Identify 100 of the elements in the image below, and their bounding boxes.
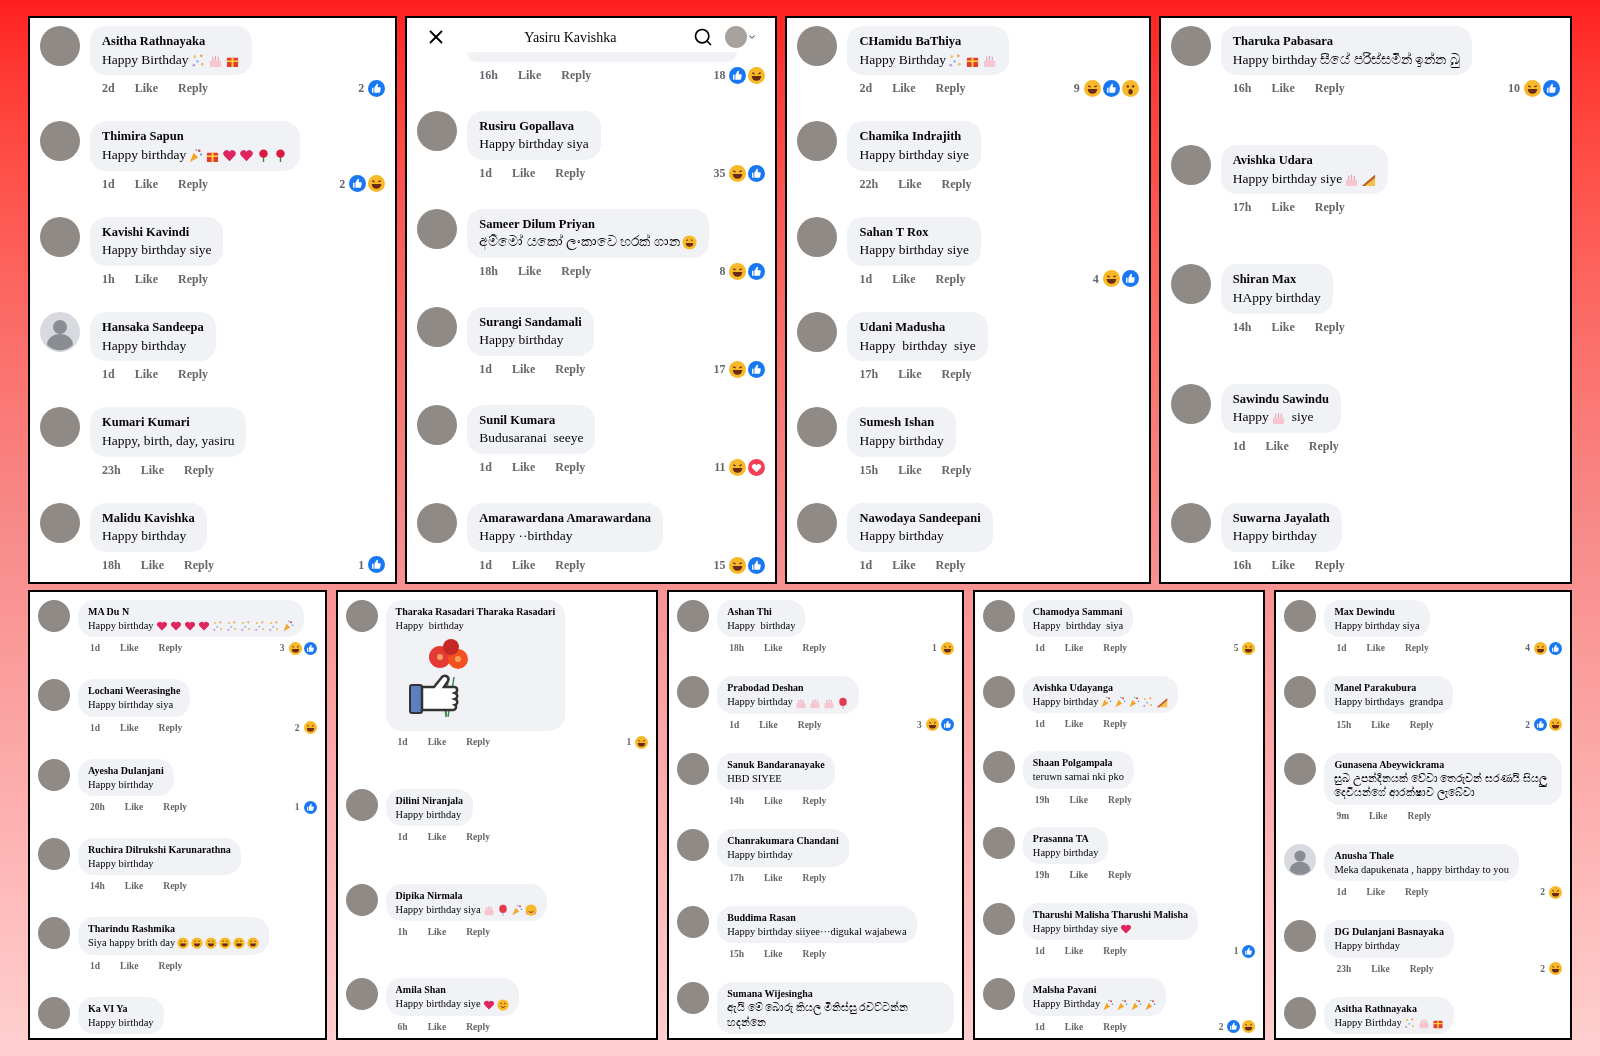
reply-link[interactable]: Reply xyxy=(555,556,586,574)
commenter-name[interactable]: Hansaka Sandeepa xyxy=(102,318,204,337)
reaction-count[interactable]: 3 xyxy=(917,717,922,733)
reaction-count[interactable]: 8 xyxy=(719,262,726,280)
reaction-count[interactable]: 10 xyxy=(1508,79,1520,98)
reply-link[interactable]: Reply xyxy=(1409,717,1434,733)
commenter-name[interactable]: Kavishi Kavindi xyxy=(102,222,212,242)
reaction-count[interactable]: 9 xyxy=(1073,79,1080,98)
like-link[interactable]: Like xyxy=(134,365,159,384)
like-link[interactable]: Like xyxy=(892,79,916,98)
reaction-count[interactable]: 1 xyxy=(358,555,365,574)
default-avatar-icon[interactable] xyxy=(1284,843,1317,876)
avatar-photo-placeholder[interactable] xyxy=(677,905,710,938)
reply-link[interactable]: Reply xyxy=(1103,944,1128,959)
commenter-name[interactable]: Thimira Sapun xyxy=(102,127,289,147)
reply-link[interactable]: Reply xyxy=(935,269,966,288)
commenter-name[interactable]: Manel Parakubura xyxy=(1334,680,1444,696)
avatar-photo-placeholder[interactable] xyxy=(417,208,458,249)
reaction-count[interactable]: 4 xyxy=(1092,269,1099,288)
commenter-name[interactable]: Chanrakumara Chandani xyxy=(727,833,839,849)
avatar-photo-placeholder[interactable] xyxy=(677,982,710,1015)
commenter-name[interactable]: Shaan Polgampala xyxy=(1032,755,1125,771)
reply-link[interactable]: Reply xyxy=(797,717,822,733)
commenter-name[interactable]: DG Dulanjani Basnayaka xyxy=(1334,924,1444,940)
avatar-photo-placeholder[interactable] xyxy=(677,600,710,632)
commenter-name[interactable]: Asitha Rathnayaka xyxy=(1334,1000,1444,1016)
commenter-name[interactable]: Rusiru Gopallava xyxy=(479,116,589,136)
avatar-photo-placeholder[interactable] xyxy=(38,917,70,950)
avatar-photo-placeholder[interactable] xyxy=(345,600,378,632)
commenter-name[interactable]: Malidu Kavishka xyxy=(102,508,195,528)
commenter-name[interactable]: Udani Madusha xyxy=(859,318,976,337)
commenter-name[interactable]: Avishka Udayanga xyxy=(1032,679,1169,695)
commenter-name[interactable]: Surangi Sandamali xyxy=(479,312,582,332)
avatar-photo-placeholder[interactable] xyxy=(1170,264,1211,305)
reply-link[interactable]: Reply xyxy=(1314,198,1345,217)
like-link[interactable]: Like xyxy=(1069,792,1089,807)
avatar-photo-placeholder[interactable] xyxy=(982,826,1015,859)
reply-link[interactable]: Reply xyxy=(1103,717,1128,732)
like-link[interactable]: Like xyxy=(1271,556,1295,574)
reply-link[interactable]: Reply xyxy=(935,79,966,98)
like-link[interactable]: Like xyxy=(140,555,165,574)
commenter-name[interactable]: Sanuk Bandaranayake xyxy=(727,756,825,772)
commenter-name[interactable]: Prasanna TA xyxy=(1032,830,1099,846)
reply-link[interactable]: Reply xyxy=(466,1019,490,1034)
avatar-photo-placeholder[interactable] xyxy=(982,600,1015,632)
reply-link[interactable]: Reply xyxy=(1407,808,1432,823)
reply-link[interactable]: Reply xyxy=(178,365,209,384)
like-link[interactable]: Like xyxy=(517,262,542,280)
reply-link[interactable]: Reply xyxy=(1314,317,1345,336)
like-link[interactable]: Like xyxy=(511,360,536,378)
avatar-photo-placeholder[interactable] xyxy=(1284,996,1317,1029)
reaction-count[interactable]: 18 xyxy=(713,66,726,84)
like-link[interactable]: Like xyxy=(898,460,922,479)
reply-link[interactable]: Reply xyxy=(163,800,188,815)
reply-link[interactable]: Reply xyxy=(561,66,592,84)
reply-link[interactable]: Reply xyxy=(1108,792,1132,807)
commenter-name[interactable]: Nawodaya Sandeepani xyxy=(859,508,981,528)
reaction-count[interactable]: 17 xyxy=(713,360,726,378)
reply-link[interactable]: Reply xyxy=(1314,79,1345,98)
commenter-name[interactable]: Sawindu Sawindu xyxy=(1232,389,1329,409)
commenter-name[interactable]: Amarawardana Amarawardana xyxy=(479,508,652,528)
avatar-photo-placeholder[interactable] xyxy=(797,121,838,162)
reaction-count[interactable]: 5 xyxy=(1233,641,1239,656)
like-link[interactable]: Like xyxy=(124,800,144,815)
reply-link[interactable]: Reply xyxy=(158,641,183,656)
avatar-photo-placeholder[interactable] xyxy=(38,679,70,712)
commenter-name[interactable]: Chamika Indrajith xyxy=(859,127,969,147)
reaction-count[interactable]: 2 xyxy=(358,79,365,98)
avatar-photo-placeholder[interactable] xyxy=(797,407,838,448)
reply-link[interactable]: Reply xyxy=(561,262,592,280)
reply-link[interactable]: Reply xyxy=(1404,885,1429,900)
like-link[interactable]: Like xyxy=(898,365,922,384)
reaction-count[interactable]: 1 xyxy=(932,641,937,656)
commenter-name[interactable]: CHamidu BaThiya xyxy=(859,32,998,51)
like-link[interactable]: Like xyxy=(1271,198,1295,217)
reply-link[interactable]: Reply xyxy=(935,555,966,574)
avatar-photo-placeholder[interactable] xyxy=(677,676,710,709)
reaction-count[interactable]: 2 xyxy=(339,174,346,193)
like-link[interactable]: Like xyxy=(511,164,536,182)
reaction-count[interactable]: 2 xyxy=(1540,961,1545,976)
like-link[interactable]: Like xyxy=(892,269,916,288)
reaction-count[interactable]: 2 xyxy=(1525,717,1530,733)
reaction-count[interactable]: 2 xyxy=(1218,1019,1224,1034)
like-link[interactable]: Like xyxy=(124,879,144,894)
reply-link[interactable]: Reply xyxy=(802,870,827,885)
avatar-photo-placeholder[interactable] xyxy=(40,121,80,162)
reply-link[interactable]: Reply xyxy=(1103,1019,1128,1034)
reply-link[interactable]: Reply xyxy=(1103,641,1128,656)
default-avatar-icon[interactable] xyxy=(40,312,80,352)
avatar-photo-placeholder[interactable] xyxy=(345,788,378,821)
avatar-photo-placeholder[interactable] xyxy=(982,675,1015,708)
reply-link[interactable]: Reply xyxy=(158,720,183,735)
commenter-name[interactable]: Sahan T Rox xyxy=(859,222,969,242)
reply-link[interactable]: Reply xyxy=(1409,961,1434,976)
avatar-photo-placeholder[interactable] xyxy=(38,600,70,632)
chevron-down-icon[interactable] xyxy=(747,32,758,42)
reply-link[interactable]: Reply xyxy=(466,924,490,940)
reaction-count[interactable]: 4 xyxy=(1525,641,1530,656)
avatar-photo-placeholder[interactable] xyxy=(417,502,458,543)
reply-link[interactable]: Reply xyxy=(184,460,215,479)
